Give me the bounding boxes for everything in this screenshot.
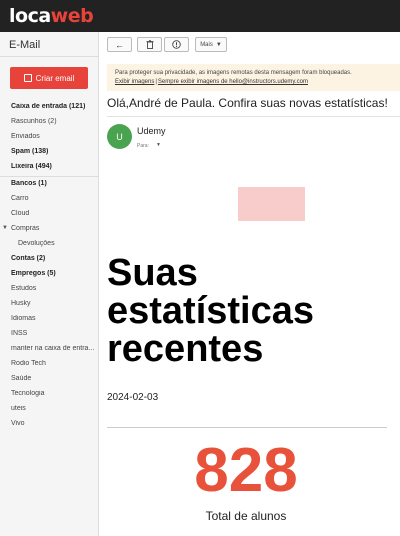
divider xyxy=(107,427,387,428)
folder-idiomas[interactable]: Idiomas xyxy=(11,315,97,322)
always-show-images-link[interactable]: Sempre exibir imagens de hello@instructo… xyxy=(158,79,308,85)
avatar-letter: U xyxy=(116,131,123,142)
compose-icon xyxy=(23,74,32,82)
to-label: Para: xyxy=(137,143,149,149)
compose-button[interactable]: Criar email xyxy=(10,67,88,89)
separator: | xyxy=(155,79,157,85)
sender-avatar: U xyxy=(107,124,132,149)
notice-text-block: Para proteger sua privacidade, as imagen… xyxy=(115,69,352,87)
sidebar-title: E-Mail xyxy=(9,39,41,51)
heading-line: estatísticas xyxy=(107,290,315,332)
stats-date: 2024-02-03 xyxy=(107,392,159,403)
sidebar: E-Mail Criar email Caixa de entrada (121… xyxy=(0,32,99,536)
heading-line: recentes xyxy=(107,328,264,370)
folder-empregos[interactable]: Empregos (5) xyxy=(11,270,97,277)
folder-drafts[interactable]: Rascunhos (2) xyxy=(11,118,97,125)
folder-spam[interactable]: Spam (138) xyxy=(11,148,97,155)
divider xyxy=(107,116,400,117)
message-toolbar: ← Mais ▼ xyxy=(100,32,400,56)
more-label: Mais xyxy=(200,41,213,48)
divider xyxy=(0,176,99,177)
blocked-image-placeholder xyxy=(238,187,305,221)
notice-text: Para proteger sua privacidade, as imagen… xyxy=(115,70,352,76)
top-bar: locaweb xyxy=(0,0,400,32)
folder-compras[interactable]: Compras xyxy=(11,225,97,232)
message-subject: Olá,André de Paula. Confira suas novas e… xyxy=(107,96,388,110)
folder-inbox[interactable]: Caixa de entrada (121) xyxy=(11,103,97,110)
folder-tecnologia[interactable]: Tecnologia xyxy=(11,390,97,397)
heading-line: Suas xyxy=(107,252,198,294)
report-spam-icon xyxy=(172,40,181,49)
blocked-images-notice: Para proteger sua privacidade, as imagen… xyxy=(107,64,400,91)
compose-label: Criar email xyxy=(35,73,75,83)
folder-cloud[interactable]: Cloud xyxy=(11,210,97,217)
total-students-value: 828 xyxy=(194,436,298,505)
folder-inss[interactable]: INSS xyxy=(11,330,97,337)
chevron-down-icon: ▼ xyxy=(215,41,222,48)
folder-sent[interactable]: Enviados xyxy=(11,133,97,140)
delete-button[interactable] xyxy=(137,37,162,52)
folder-vivo[interactable]: Vivo xyxy=(11,420,97,427)
folder-estudos[interactable]: Estudos xyxy=(11,285,97,292)
folder-manter[interactable]: manter na caixa de entra... xyxy=(11,345,97,352)
sender-name[interactable]: Udemy xyxy=(137,126,166,136)
folder-saude[interactable]: Saúde xyxy=(11,375,97,382)
locaweb-logo[interactable]: locaweb xyxy=(9,5,94,27)
recipients-toggle-icon[interactable]: ▼ xyxy=(156,142,161,148)
show-images-link[interactable]: Exibir imagens xyxy=(115,79,154,85)
folder-husky[interactable]: Husky xyxy=(11,300,97,307)
email-heading: Suas estatísticas recentes xyxy=(107,254,314,368)
trash-icon xyxy=(146,40,153,49)
back-button[interactable]: ← xyxy=(107,37,132,52)
logo-prefix: loca xyxy=(9,5,51,27)
folder-carro[interactable]: Carro xyxy=(11,195,97,202)
spam-button[interactable] xyxy=(164,37,189,52)
more-dropdown[interactable]: Mais ▼ xyxy=(195,37,227,52)
folder-rodio-tech[interactable]: Rodio Tech xyxy=(11,360,97,367)
logo-suffix: web xyxy=(50,5,94,27)
folder-bancos[interactable]: Bancos (1) xyxy=(11,180,97,187)
total-students-label: Total de alunos xyxy=(205,509,287,523)
chevron-down-icon[interactable]: ▼ xyxy=(2,225,8,231)
folder-uteis[interactable]: uteis xyxy=(11,405,97,412)
folder-contas[interactable]: Contas (2) xyxy=(11,255,97,262)
back-arrow-icon: ← xyxy=(115,39,124,50)
divider xyxy=(0,56,99,57)
folder-devolucoes[interactable]: Devoluções xyxy=(18,240,97,247)
folder-trash[interactable]: Lixeira (494) xyxy=(11,163,97,170)
